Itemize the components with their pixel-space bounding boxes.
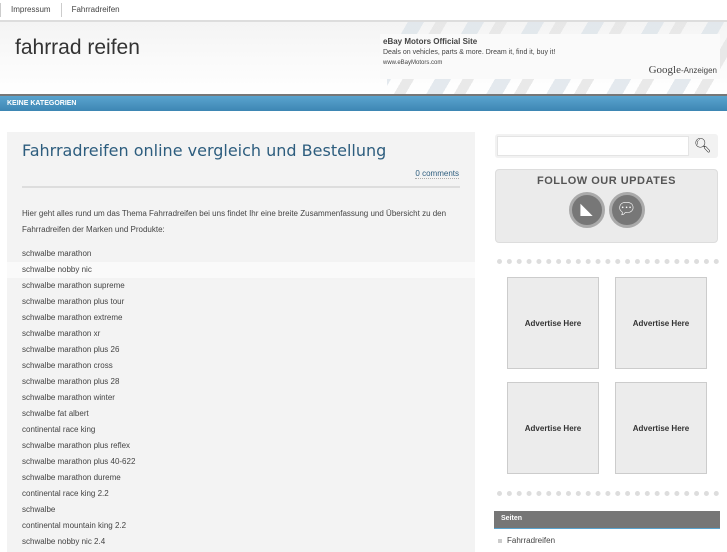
list-item: schwalbe marathon extreme — [22, 313, 123, 322]
category-bar[interactable]: KEINE KATEGORIEN — [0, 94, 727, 111]
list-item: continental race king — [22, 425, 96, 434]
rss-icon[interactable]: ◣ — [568, 192, 605, 228]
dotted-divider — [497, 491, 719, 496]
tire-list: schwalbe marathon schwalbe nobby nic schwa… — [7, 246, 475, 550]
divider — [22, 186, 460, 188]
header: fahrrad reifen eBay Motors Official Site… — [0, 22, 727, 94]
google-logo: Google — [648, 64, 681, 76]
ad-text: Deals on vehicles, parts & more. Dream i… — [383, 49, 556, 56]
list-item: schwalbe marathon cross — [22, 361, 113, 370]
list-item: schwalbe marathon plus 26 — [22, 345, 120, 354]
ad-title[interactable]: eBay Motors Official Site — [383, 37, 717, 46]
advertise-slot[interactable]: Advertise Here — [615, 277, 707, 369]
list-item: continental mountain king 2.2 — [22, 521, 127, 530]
nav-fahrradreifen[interactable]: Fahrradreifen — [60, 3, 130, 17]
list-item: schwalbe marathon supreme — [22, 281, 125, 290]
follow-widget: FOLLOW OUR UPDATES ◣ 💬︎ — [495, 169, 718, 243]
list-item: schwalbe nobby nic 2.4 — [22, 537, 106, 546]
list-item: schwalbe marathon xr — [22, 329, 101, 338]
post-intro: Hier geht alles rund um das Thema Fahrra… — [22, 209, 447, 234]
page-link[interactable]: Fahrradreifen — [507, 536, 555, 545]
follow-title: FOLLOW OUR UPDATES — [537, 175, 676, 187]
list-item: schwalbe marathon winter — [22, 393, 115, 402]
pages-list: Fahrradreifen — [498, 536, 555, 545]
list-item: schwalbe marathon — [22, 249, 92, 258]
advertise-slot[interactable]: Advertise Here — [615, 382, 707, 474]
list-item: schwalbe nobby nic — [7, 262, 475, 278]
list-item: schwalbe marathon plus tour — [22, 297, 125, 306]
list-item: schwalbe marathon plus reflex — [22, 441, 131, 450]
list-item: schwalbe marathon dureme — [22, 473, 121, 482]
google-ad[interactable]: eBay Motors Official Site Deals on vehic… — [380, 34, 720, 79]
search-icon[interactable]: 🔍︎ — [694, 137, 714, 155]
list-item: schwalbe — [22, 505, 56, 514]
pages-widget-title: Seiten — [494, 511, 720, 529]
advertise-slot[interactable]: Advertise Here — [507, 382, 599, 474]
bullet-icon — [498, 539, 502, 543]
top-navigation: Impressum Fahrradreifen — [0, 0, 727, 22]
comment-icon[interactable]: 💬︎ — [608, 192, 645, 228]
list-item: schwalbe marathon plus 40-622 — [22, 457, 136, 466]
search-input[interactable] — [497, 136, 689, 156]
dotted-divider — [497, 259, 719, 264]
list-item: continental race king 2.2 — [22, 489, 109, 498]
search-box: 🔍︎ — [495, 134, 718, 158]
google-ads-label[interactable]: Google-Anzeigen — [649, 64, 717, 76]
site-title[interactable]: fahrrad reifen — [15, 36, 140, 60]
list-item: schwalbe marathon plus 28 — [22, 377, 120, 386]
post-title[interactable]: Fahrradreifen online vergleich und Beste… — [22, 141, 386, 160]
list-item: schwalbe fat albert — [22, 409, 89, 418]
anzeigen-label: -Anzeigen — [680, 66, 717, 75]
comments-link[interactable]: 0 comments — [415, 169, 459, 179]
post: Fahrradreifen online vergleich und Beste… — [7, 132, 475, 552]
nav-impressum[interactable]: Impressum — [0, 3, 61, 17]
advertise-slot[interactable]: Advertise Here — [507, 277, 599, 369]
